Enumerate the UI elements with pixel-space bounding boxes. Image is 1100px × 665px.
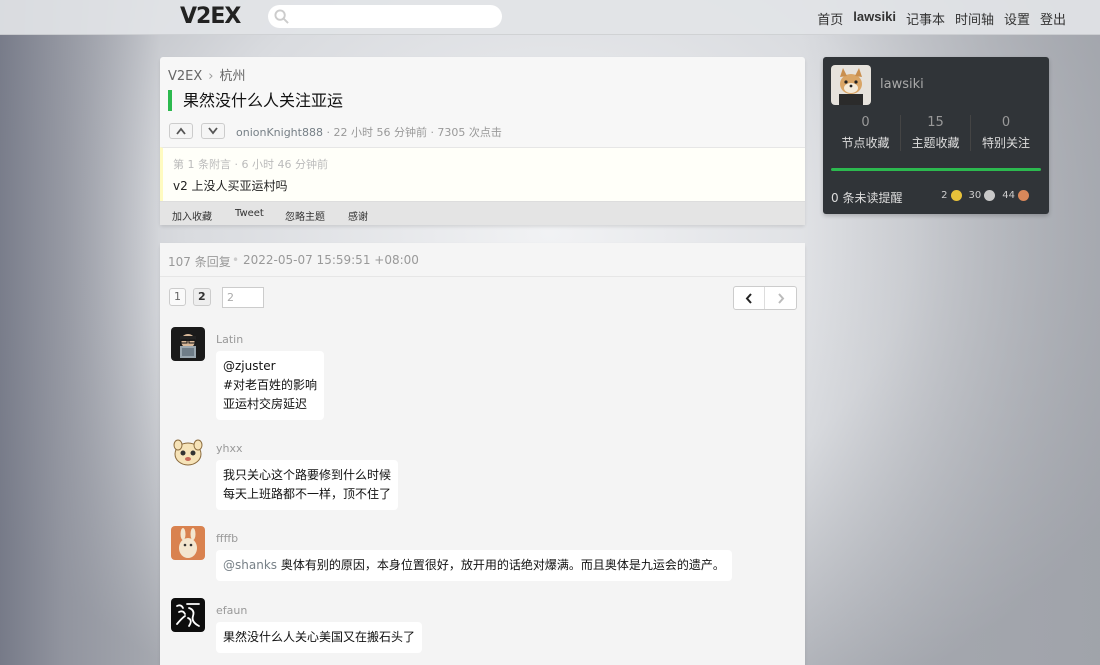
topic-title: 果然没什么人关注亚运 [168, 90, 343, 111]
reply-count: 107 条回复 [168, 255, 231, 269]
stat-label: 节点收藏 [841, 136, 890, 150]
nav-logout[interactable]: 登出 [1040, 9, 1066, 28]
topic-actions: 加入收藏 Tweet 忽略主题 感谢 [160, 201, 805, 225]
silver-count: 30 [968, 190, 982, 201]
background-left [0, 0, 160, 665]
reply-mention[interactable]: @shanks [223, 558, 277, 572]
topic-meta-info: · 22 小时 56 分钟前 · 7305 次点击 [322, 126, 502, 139]
stat-number: 15 [927, 115, 944, 130]
top-nav: 首页 lawsiki 记事本 时间轴 设置 登出 [817, 9, 1066, 28]
nav-home[interactable]: 首页 [817, 9, 843, 28]
reply-line: 亚运村交房延迟 [223, 397, 308, 411]
unread-notifications-link[interactable]: 0 条未读提醒 [831, 189, 902, 206]
pager [733, 286, 797, 310]
reply-line: 果然没什么人关心美国又在搬石头了 [223, 630, 416, 644]
stat-number: 0 [861, 115, 870, 130]
top-bar: V2EX 首页 lawsiki 记事本 时间轴 设置 登出 [0, 0, 1100, 35]
sidebar-stats: 0 节点收藏 15 主题收藏 0 特别关注 [831, 115, 1041, 151]
site-logo[interactable]: V2EX [180, 4, 241, 29]
topic-append: 第 1 条附言 · 6 小时 46 分钟前 v2 上没人买亚运村吗 [160, 147, 805, 201]
reply-header-separator: • [232, 253, 240, 267]
nav-user[interactable]: lawsiki [853, 9, 896, 28]
reply-datetime: 2022-05-07 15:59:51 +08:00 [243, 253, 419, 267]
bronze-coin-icon [1018, 190, 1029, 201]
reply-author[interactable]: Latin [216, 333, 243, 346]
reply-line: 每天上班路都不一样，顶不住了 [223, 487, 392, 501]
downvote-button[interactable] [201, 123, 225, 139]
search-icon [274, 9, 289, 24]
reply-content: @shanks 奥体有别的原因，本身位置很好，放开用的话绝对爆满。而且奥体是九运… [216, 550, 732, 581]
chevron-left-icon [745, 292, 752, 304]
append-body: v2 上没人买亚运村吗 [173, 179, 288, 193]
reply-author[interactable]: efaun [216, 604, 247, 617]
stat-label: 特别关注 [981, 136, 1030, 150]
stat-node-favorites[interactable]: 0 节点收藏 [831, 115, 901, 151]
avatar-ffffb-icon [171, 526, 205, 560]
replies-box: 107 条回复 • 2022-05-07 15:59:51 +08:00 1 2… [160, 243, 805, 665]
reply-content: @zjuster #对老百姓的影响 亚运村交房延迟 [216, 351, 325, 420]
breadcrumb: V2EX › 杭州 [168, 65, 246, 84]
breadcrumb-separator: › [208, 69, 214, 84]
avatar-yhxx-icon [171, 436, 205, 470]
reply-author[interactable]: yhxx [216, 442, 243, 455]
chevron-down-icon [208, 127, 218, 135]
avatar[interactable] [171, 526, 205, 560]
reply-author[interactable]: ffffb [216, 532, 238, 545]
upvote-button[interactable] [169, 123, 193, 139]
user-avatar-icon [831, 65, 871, 105]
topic-meta: onionKnight888 · 22 小时 56 分钟前 · 7305 次点击 [236, 124, 502, 140]
page-2-button[interactable]: 2 [193, 288, 211, 306]
avatar[interactable] [171, 327, 205, 361]
search-input[interactable] [294, 7, 494, 26]
next-page-button[interactable] [765, 287, 796, 309]
sidebar-divider [831, 168, 1041, 171]
chevron-up-icon [176, 127, 186, 135]
replies-header: 107 条回复 • 2022-05-07 15:59:51 +08:00 [160, 243, 805, 277]
search-box[interactable] [268, 5, 502, 28]
balance[interactable]: 2 30 44 [941, 190, 1033, 201]
tweet-link[interactable]: Tweet [235, 208, 264, 219]
stat-number: 0 [1001, 115, 1011, 130]
reply-line: 我只关心这个路要修到什么时候 [223, 468, 392, 482]
breadcrumb-node[interactable]: 杭州 [220, 69, 246, 84]
chevron-right-icon [777, 292, 784, 304]
topic-box: V2EX › 杭州 果然没什么人关注亚运 onionKnight888 · 22 小… [160, 57, 805, 225]
stat-topic-favorites[interactable]: 15 主题收藏 [901, 115, 971, 151]
reply-line: @zjuster [223, 359, 276, 373]
sidebar-username[interactable]: lawsiki [880, 77, 924, 92]
topic-author[interactable]: onionKnight888 [236, 126, 323, 139]
avatar[interactable] [171, 598, 205, 632]
breadcrumb-home[interactable]: V2EX [168, 69, 202, 84]
prev-page-button[interactable] [734, 287, 766, 309]
user-sidebar: lawsiki 0 节点收藏 15 主题收藏 0 特别关注 0 条未读提醒 2 … [823, 57, 1049, 214]
ignore-topic-link[interactable]: 忽略主题 [285, 208, 325, 223]
avatar[interactable] [171, 436, 205, 470]
stat-following[interactable]: 0 特别关注 [971, 115, 1041, 151]
reply-content: 我只关心这个路要修到什么时候 每天上班路都不一样，顶不住了 [216, 460, 399, 510]
stat-label: 主题收藏 [911, 136, 960, 150]
page-1-button[interactable]: 1 [169, 288, 186, 306]
page-jump-input[interactable]: 2 [222, 287, 264, 308]
sidebar-avatar[interactable] [831, 65, 871, 105]
avatar-latin-icon [171, 327, 205, 361]
bronze-count: 44 [1002, 190, 1015, 201]
reply-line: #对老百姓的影响 [223, 378, 318, 392]
thank-link[interactable]: 感谢 [348, 208, 368, 223]
silver-coin-icon [984, 190, 996, 201]
nav-notes[interactable]: 记事本 [906, 9, 945, 28]
reply-content: 果然没什么人关心美国又在搬石头了 [216, 622, 423, 653]
reply-text: 奥体有别的原因，本身位置很好，放开用的话绝对爆满。而且奥体是九运会的遗产。 [277, 558, 725, 572]
gold-coin-icon [950, 190, 962, 201]
nav-settings[interactable]: 设置 [1004, 9, 1030, 28]
avatar-efaun-icon [171, 598, 205, 632]
append-header: 第 1 条附言 · 6 小时 46 分钟前 [173, 158, 328, 171]
gold-count: 2 [941, 190, 948, 201]
nav-timeline[interactable]: 时间轴 [955, 9, 994, 28]
favorite-link[interactable]: 加入收藏 [172, 208, 212, 223]
